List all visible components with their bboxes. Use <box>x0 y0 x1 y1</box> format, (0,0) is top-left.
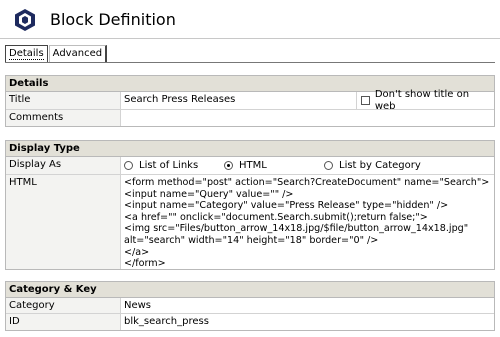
id-label: ID <box>6 314 121 330</box>
display-type-section: Display Type Display As List of Links HT… <box>5 140 495 270</box>
title-row: Title Search Press Releases Don't show t… <box>6 89 494 112</box>
hexagon-logo-icon <box>15 9 35 31</box>
dont-show-title-option[interactable]: Don't show title on web <box>356 89 494 112</box>
html-label: HTML <box>6 175 121 269</box>
html-row: HTML <form method="post" action="Search?… <box>6 175 494 269</box>
details-section: Details Title Search Press Releases Don'… <box>5 75 495 127</box>
radio-list-by-category-label: List by Category <box>339 159 421 171</box>
radio-html-button[interactable] <box>224 161 233 170</box>
radio-list-of-links-label: List of Links <box>139 159 199 171</box>
title-label: Title <box>6 92 121 109</box>
display-as-label: Display As <box>6 157 121 174</box>
page-header: Block Definition <box>0 0 500 40</box>
tab-details-label: Details <box>9 48 44 60</box>
category-key-heading: Category & Key <box>6 282 494 298</box>
html-textarea[interactable]: <form method="post" action="Search?Creat… <box>121 175 494 269</box>
comments-label: Comments <box>6 110 121 126</box>
html-line: <input name="Category" value="Press Rele… <box>124 200 449 212</box>
radio-list-of-links-button[interactable] <box>124 161 133 170</box>
html-line: </a> <box>124 246 150 258</box>
comments-row: Comments <box>6 110 494 126</box>
dont-show-title-label: Don't show title on web <box>374 88 470 112</box>
category-label: Category <box>6 298 121 313</box>
display-type-heading: Display Type <box>6 141 494 157</box>
radio-list-by-category[interactable]: List by Category <box>324 160 421 172</box>
id-input[interactable]: blk_search_press <box>121 314 494 330</box>
display-as-row: Display As List of Links HTML List by Ca… <box>6 157 494 175</box>
radio-html[interactable]: HTML <box>224 160 324 172</box>
tab-divider <box>5 62 495 63</box>
title-input[interactable]: Search Press Releases Don't show title o… <box>121 89 494 112</box>
tab-advanced-label: Advanced <box>52 48 103 59</box>
html-line: alt="search" width="14" height="18" bord… <box>124 234 379 246</box>
display-as-options: List of Links HTML List by Category <box>121 157 494 174</box>
title-value: Search Press Releases <box>124 94 236 105</box>
id-row: ID blk_search_press <box>6 314 494 330</box>
tab-details[interactable]: Details <box>5 45 48 62</box>
tab-advanced[interactable]: Advanced <box>48 45 108 62</box>
radio-list-by-category-button[interactable] <box>324 161 333 170</box>
tab-bar: Details Advanced <box>5 45 108 63</box>
category-row: Category News <box>6 298 494 314</box>
comments-input[interactable] <box>121 110 494 126</box>
radio-list-of-links[interactable]: List of Links <box>124 160 224 172</box>
page-title: Block Definition <box>50 10 176 29</box>
html-line: <form method="post" action="Search?Creat… <box>124 177 490 188</box>
category-key-section: Category & Key Category News ID blk_sear… <box>5 281 495 331</box>
dont-show-title-checkbox[interactable] <box>361 96 370 105</box>
html-line: <input name="Query" value="" /> <box>124 188 294 200</box>
category-input[interactable]: News <box>121 298 494 313</box>
html-line: </form> <box>124 258 166 270</box>
html-line: <img src="Files/button_arrow_14x18.jpg/$… <box>124 223 469 235</box>
header-divider <box>0 38 500 39</box>
html-line: <a href="" onclick="document.Search.subm… <box>124 211 428 223</box>
radio-html-label: HTML <box>239 159 267 171</box>
